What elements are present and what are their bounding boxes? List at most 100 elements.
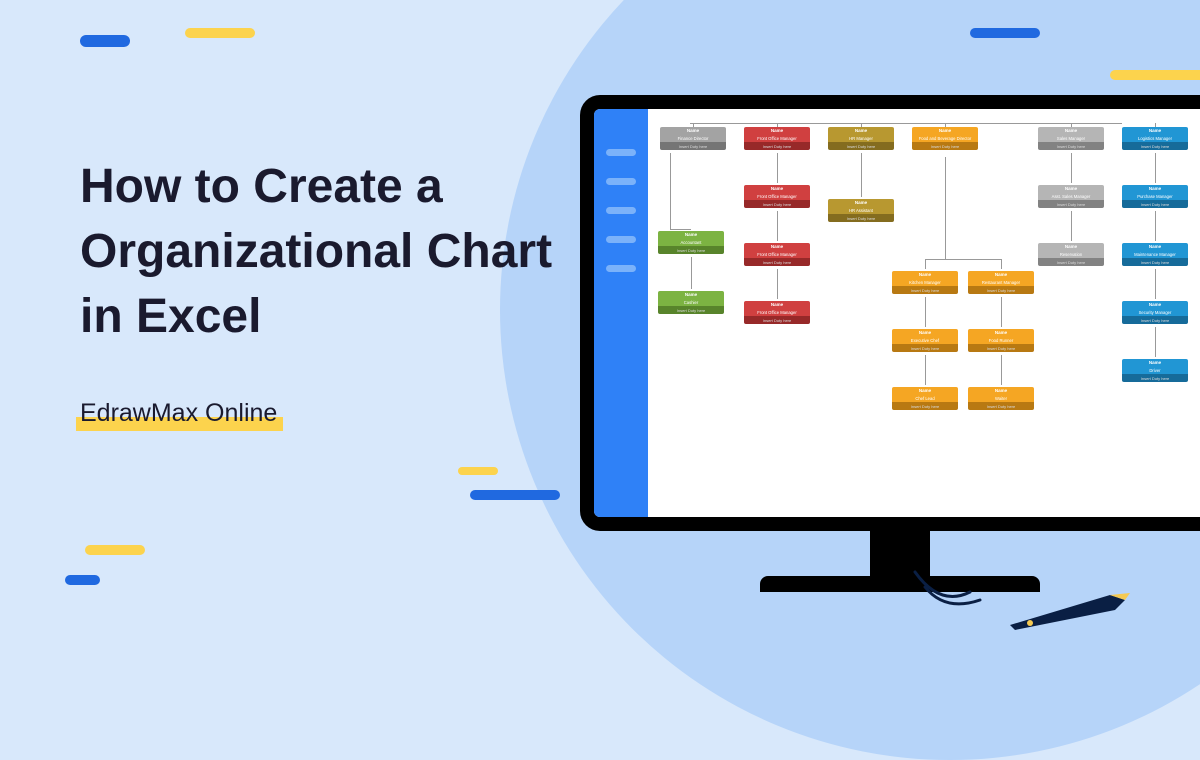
org-node-duty: Insert Duty here xyxy=(828,142,894,150)
org-node[interactable]: NameSales ManagerInsert Duty here xyxy=(1038,127,1104,150)
org-node-duty: Insert Duty here xyxy=(1122,200,1188,208)
org-node[interactable]: NameFront Office ManagerInsert Duty here xyxy=(744,127,810,150)
org-node[interactable]: NameHR AssistantInsert Duty here xyxy=(828,199,894,222)
org-node[interactable]: NameWaiterInsert Duty here xyxy=(968,387,1034,410)
org-node-duty: Insert Duty here xyxy=(1038,200,1104,208)
app-sidebar xyxy=(594,109,648,517)
org-node-role: Security Manager xyxy=(1122,309,1188,316)
org-node[interactable]: NameFront Office ManagerInsert Duty here xyxy=(744,185,810,208)
org-node-name: Name xyxy=(968,387,1034,395)
org-node[interactable]: NameRestaurant ManagerInsert Duty here xyxy=(968,271,1034,294)
org-node[interactable]: NameFront Office ManagerInsert Duty here xyxy=(744,301,810,324)
org-node-duty: Insert Duty here xyxy=(968,402,1034,410)
org-node-name: Name xyxy=(744,127,810,135)
org-node-name: Name xyxy=(1122,127,1188,135)
org-node-duty: Insert Duty here xyxy=(1122,316,1188,324)
accent-blue-top xyxy=(970,28,1040,38)
app-screen: NameFinance DirectorInsert Duty here Name… xyxy=(594,109,1200,517)
org-node[interactable]: NameChef LeadInsert Duty here xyxy=(892,387,958,410)
org-node-name: Name xyxy=(1038,243,1104,251)
accent-blue-top-left xyxy=(80,35,130,47)
org-node-name: Name xyxy=(1122,359,1188,367)
org-node-name: Name xyxy=(912,127,978,135)
org-node-duty: Insert Duty here xyxy=(968,344,1034,352)
org-node-duty: Insert Duty here xyxy=(744,142,810,150)
org-node-role: HR Manager xyxy=(828,135,894,142)
org-node[interactable]: NameFront Office ManagerInsert Duty here xyxy=(744,243,810,266)
connector xyxy=(777,153,778,183)
org-node-role: Executive Chef xyxy=(892,337,958,344)
connector xyxy=(1155,327,1156,357)
org-node-name: Name xyxy=(1122,185,1188,193)
headline-block: How to Create a Organizational Chart in … xyxy=(80,155,580,428)
org-node[interactable]: NameHR ManagerInsert Duty here xyxy=(828,127,894,150)
connector xyxy=(925,297,926,327)
org-node-name: Name xyxy=(1038,127,1104,135)
org-node-duty: Insert Duty here xyxy=(1038,258,1104,266)
org-node[interactable]: NameLogistics ManagerInsert Duty here xyxy=(1122,127,1188,150)
org-node-duty: Insert Duty here xyxy=(892,402,958,410)
org-node[interactable]: NameCashierInsert Duty here xyxy=(658,291,724,314)
org-node-role: Food and Beverage Director xyxy=(912,135,978,142)
org-node-role: Front Office Manager xyxy=(744,193,810,200)
org-node[interactable]: NameKitchen ManagerInsert Duty here xyxy=(892,271,958,294)
org-node-role: HR Assistant xyxy=(828,207,894,214)
org-node-duty: Insert Duty here xyxy=(1122,142,1188,150)
subtitle: EdrawMax Online xyxy=(80,399,277,427)
org-node-name: Name xyxy=(828,127,894,135)
connector xyxy=(691,257,692,289)
org-node-role: Front Office Manager xyxy=(744,251,810,258)
subtitle-wrap: EdrawMax Online xyxy=(80,399,277,428)
org-node[interactable]: NameExecutive ChefInsert Duty here xyxy=(892,329,958,352)
org-chart-canvas[interactable]: NameFinance DirectorInsert Duty here Name… xyxy=(648,109,1200,517)
org-node[interactable]: NameFood and Beverage DirectorInsert Dut… xyxy=(912,127,978,150)
org-node-name: Name xyxy=(658,231,724,239)
org-node-name: Name xyxy=(892,329,958,337)
sidebar-item[interactable] xyxy=(606,149,636,156)
org-node-role: Food Runner xyxy=(968,337,1034,344)
org-node-role: Reservation xyxy=(1038,251,1104,258)
org-node-role: Chef Lead xyxy=(892,395,958,402)
org-node[interactable]: NameFood RunnerInsert Duty here xyxy=(968,329,1034,352)
org-node[interactable]: NameAsst. Sales ManagerInsert Duty here xyxy=(1038,185,1104,208)
org-node-name: Name xyxy=(658,291,724,299)
org-node[interactable]: NameDriverInsert Duty here xyxy=(1122,359,1188,382)
org-node[interactable]: NamePurchase ManagerInsert Duty here xyxy=(1122,185,1188,208)
org-node[interactable]: NameAccountantInsert Duty here xyxy=(658,231,724,254)
org-node-role: Front Office Manager xyxy=(744,135,810,142)
connector xyxy=(861,153,862,197)
org-node-duty: Insert Duty here xyxy=(658,306,724,314)
org-node-name: Name xyxy=(1122,243,1188,251)
sidebar-item[interactable] xyxy=(606,207,636,214)
org-node[interactable]: NameFinance DirectorInsert Duty here xyxy=(660,127,726,150)
sidebar-item[interactable] xyxy=(606,236,636,243)
org-node-duty: Insert Duty here xyxy=(744,316,810,324)
org-node-role: Purchase Manager xyxy=(1122,193,1188,200)
connector xyxy=(670,153,671,229)
org-node-name: Name xyxy=(744,185,810,193)
accent-yellow-bottom-right xyxy=(458,467,498,475)
connector xyxy=(1001,297,1002,327)
connector xyxy=(1071,153,1072,183)
org-node-role: Waiter xyxy=(968,395,1034,402)
accent-yellow-bottom-left xyxy=(85,545,145,555)
org-node[interactable]: NameMaintenance ManagerInsert Duty here xyxy=(1122,243,1188,266)
org-node[interactable]: NameReservationInsert Duty here xyxy=(1038,243,1104,266)
accent-yellow-top xyxy=(185,28,255,38)
org-node-duty: Insert Duty here xyxy=(744,258,810,266)
org-node-duty: Insert Duty here xyxy=(892,286,958,294)
connector xyxy=(925,259,1001,260)
sidebar-item[interactable] xyxy=(606,178,636,185)
sidebar-item[interactable] xyxy=(606,265,636,272)
org-node-role: Accountant xyxy=(658,239,724,246)
pen-icon xyxy=(1000,575,1140,635)
org-node-role: Front Office Manager xyxy=(744,309,810,316)
org-node[interactable]: NameSecurity ManagerInsert Duty here xyxy=(1122,301,1188,324)
connector xyxy=(777,269,778,299)
org-node-role: Cashier xyxy=(658,299,724,306)
org-node-role: Sales Manager xyxy=(1038,135,1104,142)
connector xyxy=(690,123,1122,124)
org-node-name: Name xyxy=(1122,301,1188,309)
org-node-name: Name xyxy=(1038,185,1104,193)
org-node-role: Asst. Sales Manager xyxy=(1038,193,1104,200)
